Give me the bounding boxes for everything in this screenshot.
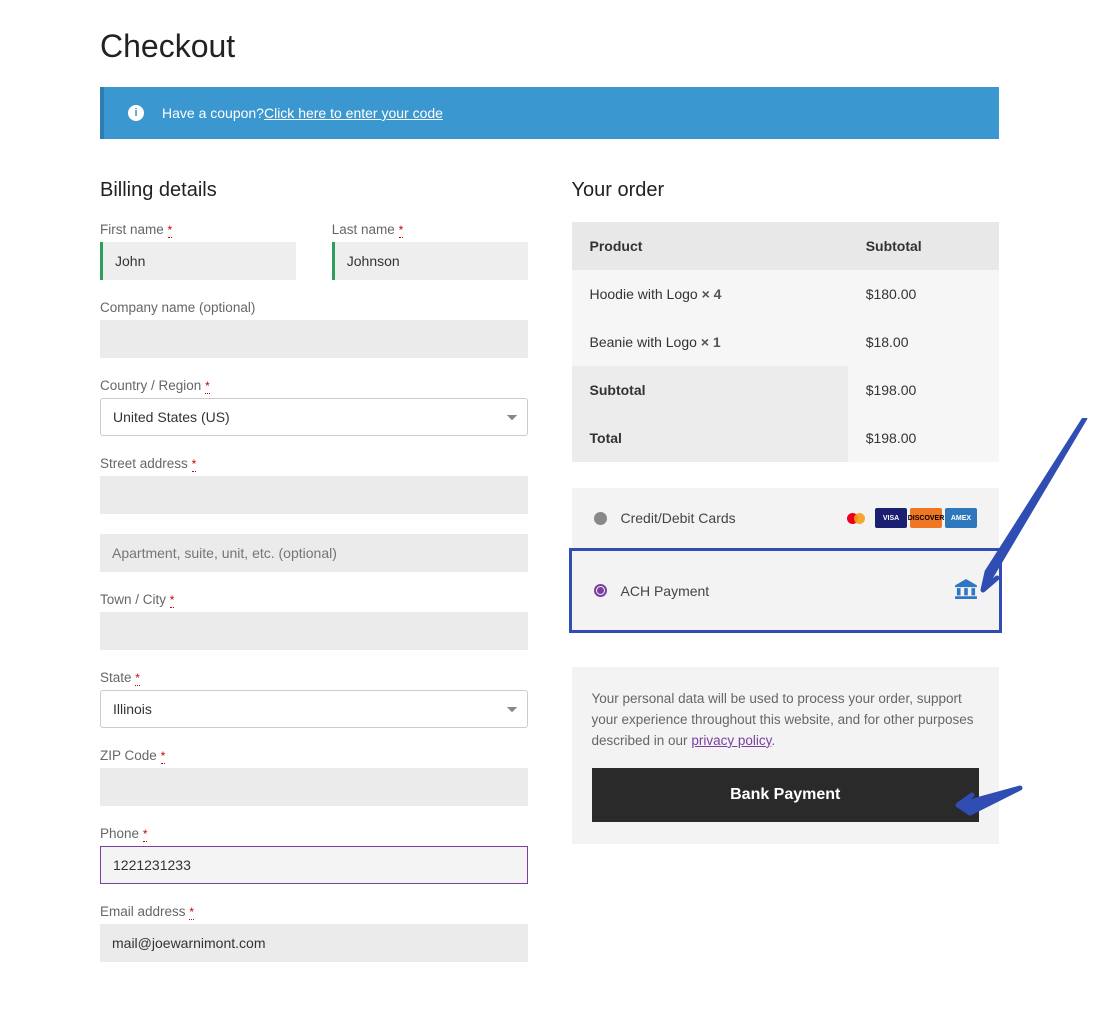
radio-icon xyxy=(594,512,607,525)
bank-payment-button[interactable]: Bank Payment xyxy=(592,768,980,822)
last-name-label: Last name * xyxy=(332,222,528,237)
company-input[interactable] xyxy=(100,320,528,358)
product-name: Beanie with Logo xyxy=(590,334,701,350)
city-label: Town / City * xyxy=(100,592,528,607)
order-table: Product Subtotal Hoodie with Logo × 4 $1… xyxy=(572,222,1000,462)
card-logos: VISA DISCOVER AMEX xyxy=(840,508,977,528)
product-price: $18.00 xyxy=(848,318,999,366)
col-subtotal: Subtotal xyxy=(848,222,999,270)
annotation-arrow-icon xyxy=(965,418,1095,608)
city-input[interactable] xyxy=(100,612,528,650)
country-label: Country / Region * xyxy=(100,378,528,393)
email-input[interactable] xyxy=(100,924,528,962)
phone-input[interactable] xyxy=(100,846,528,884)
col-product: Product xyxy=(572,222,848,270)
coupon-link[interactable]: Click here to enter your code xyxy=(264,105,443,121)
first-name-label: First name * xyxy=(100,222,296,237)
info-icon: i xyxy=(128,105,144,121)
radio-icon xyxy=(594,584,607,597)
state-label: State * xyxy=(100,670,528,685)
privacy-box: Your personal data will be used to proce… xyxy=(572,667,1000,844)
product-qty: × 1 xyxy=(701,334,721,350)
product-price: $180.00 xyxy=(848,270,999,318)
payment-option-cc[interactable]: Credit/Debit Cards VISA DISCOVER AMEX xyxy=(572,488,1000,548)
zip-input[interactable] xyxy=(100,768,528,806)
privacy-policy-link[interactable]: privacy policy xyxy=(691,733,771,748)
table-row: Beanie with Logo × 1 $18.00 xyxy=(572,318,1000,366)
email-label: Email address * xyxy=(100,904,528,919)
visa-icon: VISA xyxy=(875,508,907,528)
table-row: Hoodie with Logo × 4 $180.00 xyxy=(572,270,1000,318)
mastercard-icon xyxy=(840,508,872,528)
zip-label: ZIP Code * xyxy=(100,748,528,763)
last-name-input[interactable] xyxy=(332,242,528,280)
apartment-input[interactable] xyxy=(100,534,528,572)
annotation-arrow-icon xyxy=(950,783,1030,823)
country-select[interactable]: United States (US) xyxy=(100,398,528,436)
street-input[interactable] xyxy=(100,476,528,514)
product-name: Hoodie with Logo xyxy=(590,286,702,302)
privacy-text: Your personal data will be used to proce… xyxy=(592,689,980,752)
company-label: Company name (optional) xyxy=(100,300,528,315)
cc-label: Credit/Debit Cards xyxy=(621,510,736,526)
coupon-prompt: Have a coupon? xyxy=(162,105,264,121)
total-row: Total $198.00 xyxy=(572,414,1000,462)
street-label: Street address * xyxy=(100,456,528,471)
product-qty: × 4 xyxy=(702,286,722,302)
subtotal-row: Subtotal $198.00 xyxy=(572,366,1000,414)
payment-methods: Credit/Debit Cards VISA DISCOVER AMEX AC… xyxy=(572,488,1000,633)
billing-heading: Billing details xyxy=(100,179,528,202)
state-select[interactable]: Illinois xyxy=(100,690,528,728)
payment-option-ach[interactable]: ACH Payment xyxy=(569,548,1003,633)
first-name-input[interactable] xyxy=(100,242,296,280)
ach-label: ACH Payment xyxy=(621,583,710,599)
discover-icon: DISCOVER xyxy=(910,508,942,528)
order-heading: Your order xyxy=(572,179,1000,202)
phone-label: Phone * xyxy=(100,826,528,841)
coupon-notice: i Have a coupon? Click here to enter you… xyxy=(100,87,999,139)
page-title: Checkout xyxy=(100,28,999,65)
